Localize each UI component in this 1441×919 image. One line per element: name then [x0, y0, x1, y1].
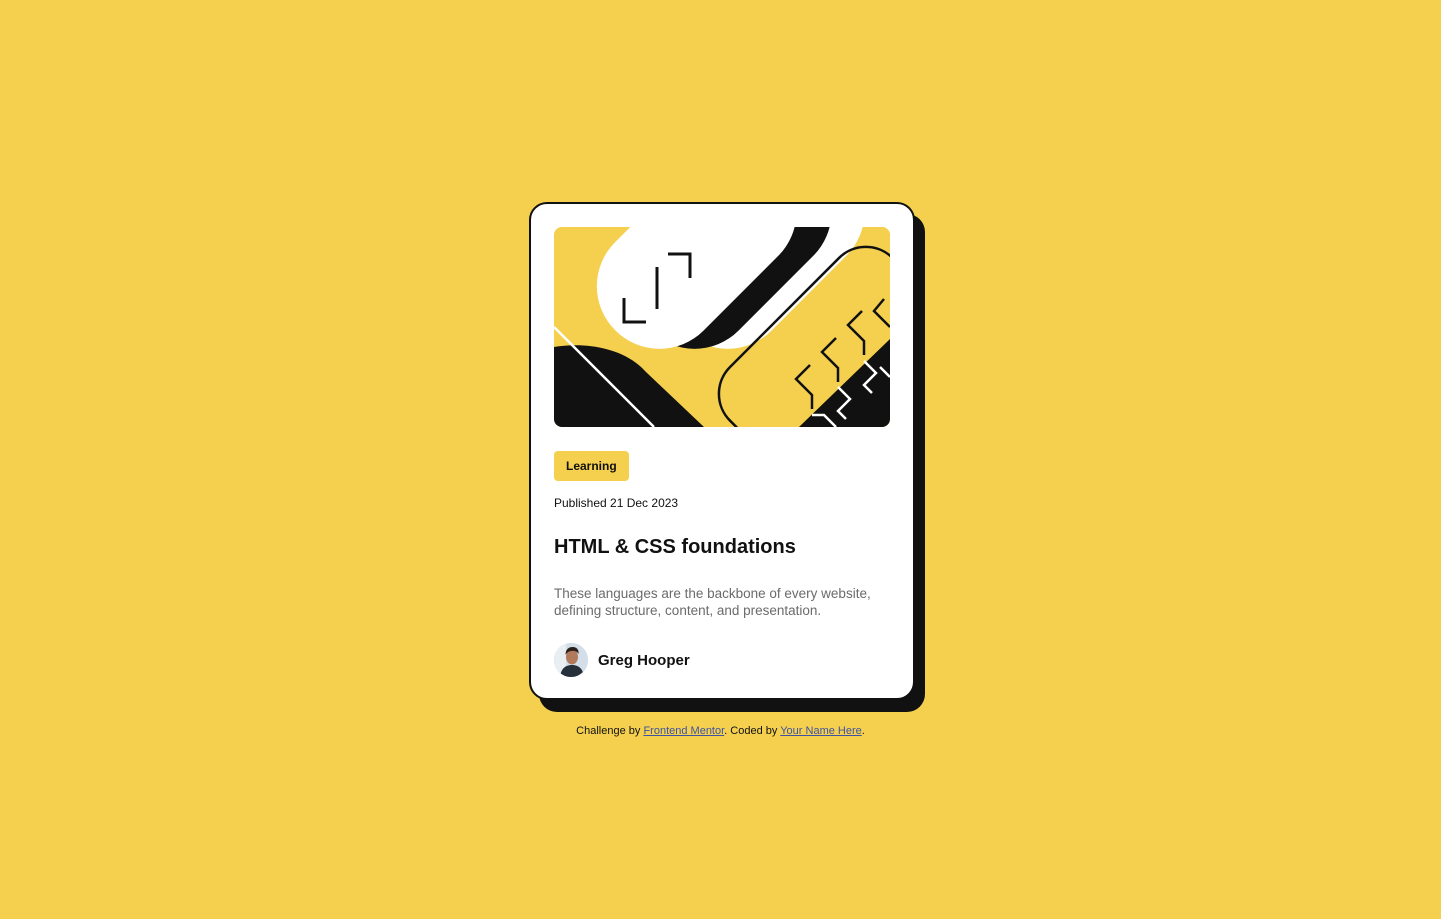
author-name: Greg Hooper [598, 651, 690, 669]
frontend-mentor-link[interactable]: Frontend Mentor [643, 725, 724, 737]
author-link[interactable]: Your Name Here [780, 725, 862, 737]
author-info: Greg Hooper [554, 643, 690, 677]
card-title[interactable]: HTML & CSS foundations [554, 536, 796, 559]
author-avatar [554, 643, 588, 677]
category-tag: Learning [554, 451, 629, 481]
attribution-middle: . Coded by [724, 725, 781, 737]
illustration-image [554, 227, 890, 427]
attribution-suffix: . [861, 725, 865, 737]
attribution-prefix: Challenge by [576, 725, 644, 737]
blog-preview-card: Learning Published 21 Dec 2023 HTML & CS… [529, 202, 915, 700]
published-date: Published 21 Dec 2023 [554, 496, 679, 510]
attribution: Challenge by Frontend Mentor. Coded by Y… [0, 725, 1441, 737]
card-description: These languages are the backbone of ever… [554, 586, 871, 618]
